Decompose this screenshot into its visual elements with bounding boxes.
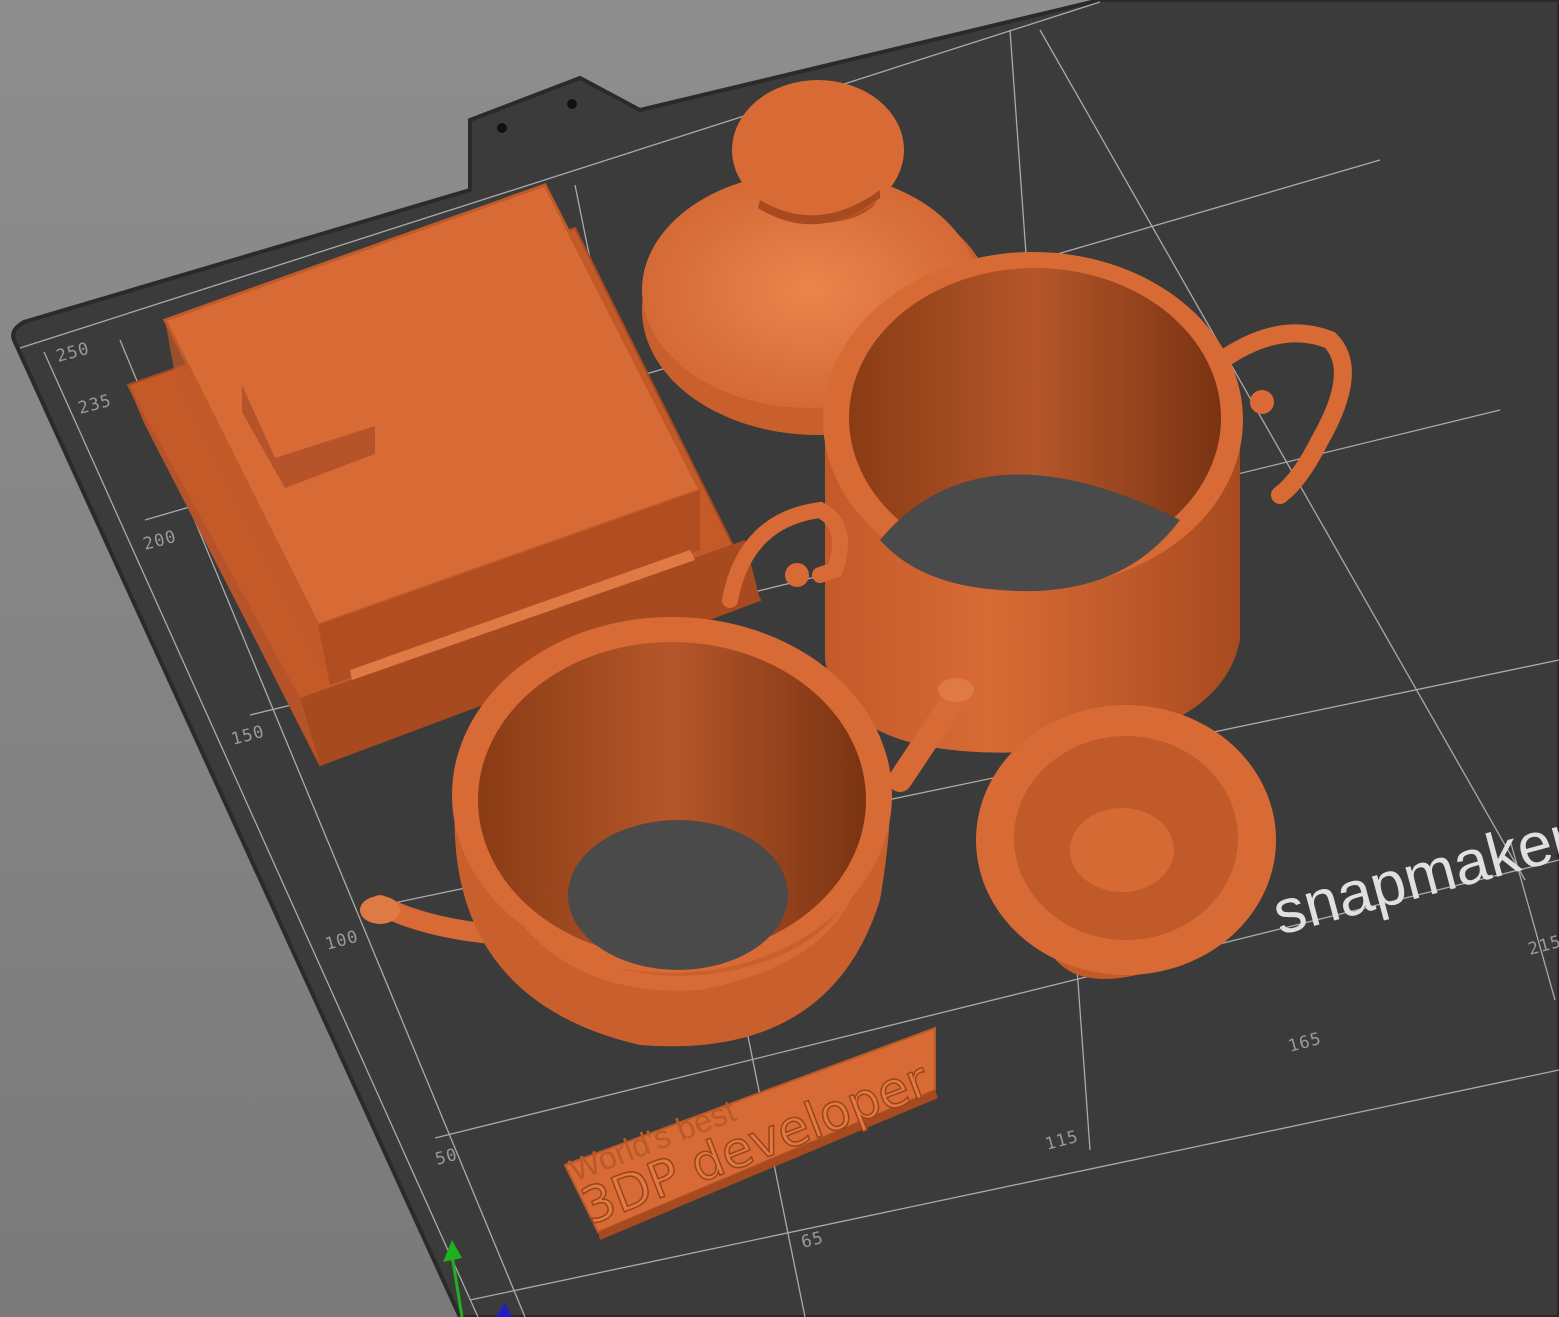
bed-mount-hole [567, 99, 577, 109]
bed-mount-hole [497, 123, 507, 133]
scene-canvas[interactable]: 250 235 200 150 100 50 65 115 165 215 sn… [0, 0, 1559, 1317]
3d-viewport[interactable]: 250 235 200 150 100 50 65 115 165 215 sn… [0, 0, 1559, 1317]
